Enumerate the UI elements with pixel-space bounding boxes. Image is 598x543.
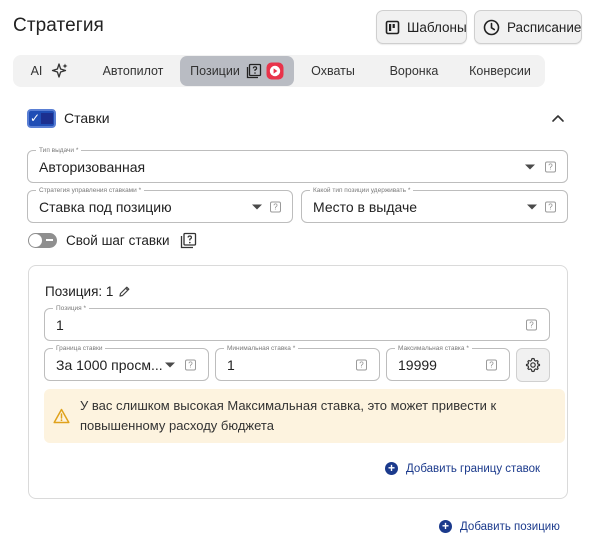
- high-bid-warning: У вас слишком высокая Максимальная ставк…: [44, 389, 565, 443]
- tab-conversions-label: Конверсии: [469, 64, 531, 78]
- help-icon[interactable]: ?: [356, 359, 367, 370]
- bids-section-label: Ставки: [64, 110, 110, 126]
- help-icon[interactable]: [180, 232, 197, 249]
- add-bid-limit-button[interactable]: + Добавить границу ставок: [385, 462, 540, 475]
- settings-button[interactable]: [516, 348, 550, 382]
- bid-limit-select[interactable]: Граница ставки За 1000 просм... ?: [44, 344, 209, 381]
- add-bid-limit-label: Добавить границу ставок: [406, 462, 541, 475]
- delivery-type-label: Тип выдачи *: [36, 146, 82, 155]
- tab-positions[interactable]: Позиции: [180, 56, 294, 86]
- templates-button[interactable]: Шаблоны: [376, 10, 467, 44]
- tab-ai-label: AI: [30, 64, 43, 78]
- add-position-label: Добавить позицию: [460, 520, 560, 533]
- tab-reach-label: Охваты: [311, 64, 355, 78]
- bid-strategy-label: Стратегия управления ставками *: [36, 186, 145, 195]
- tab-positions-label: Позиции: [190, 64, 240, 78]
- bid-limit-label: Граница ставки: [53, 344, 106, 353]
- bid-limit-value: За 1000 просм...: [56, 356, 163, 373]
- add-position-button[interactable]: + Добавить позицию: [439, 520, 560, 533]
- help-icon[interactable]: ?: [545, 201, 556, 212]
- position-type-select[interactable]: Какой тип позиции удерживать * Место в в…: [301, 186, 568, 223]
- warning-icon: [53, 408, 70, 424]
- delivery-type-value: Авторизованная: [39, 158, 146, 175]
- own-step-toggle[interactable]: [28, 233, 57, 248]
- position-title: Позиция: 1: [45, 284, 114, 299]
- bid-strategy-select[interactable]: Стратегия управления ставками * Ставка п…: [27, 186, 293, 223]
- gear-icon: [525, 357, 541, 373]
- help-icon[interactable]: ?: [185, 359, 196, 370]
- caret-down-icon: [527, 204, 537, 209]
- bids-checkbox[interactable]: ✓: [27, 109, 56, 128]
- chevron-up-icon[interactable]: [550, 111, 566, 125]
- pencil-icon[interactable]: [118, 285, 131, 298]
- max-bid-value: 19999: [398, 356, 437, 373]
- check-icon: ✓: [30, 111, 41, 125]
- delivery-type-select[interactable]: Тип выдачи * Авторизованная ?: [27, 146, 568, 183]
- help-icon[interactable]: ?: [526, 319, 537, 330]
- schedule-button[interactable]: Расписание: [474, 10, 582, 44]
- caret-down-icon: [252, 204, 262, 209]
- help-icon[interactable]: ?: [486, 359, 497, 370]
- own-step-label: Свой шаг ставки: [66, 233, 170, 248]
- tab-autopilot-label: Автопилот: [102, 64, 164, 78]
- max-bid-input[interactable]: Максимальная ставка * 19999 ?: [386, 344, 510, 381]
- strategy-tabs: AI Автопилот Позиции Охваты Воронка Конв…: [13, 55, 545, 87]
- tab-funnel[interactable]: Воронка: [375, 55, 453, 87]
- tab-ai[interactable]: AI: [21, 55, 79, 87]
- caret-down-icon: [165, 362, 175, 367]
- caret-down-icon: [525, 164, 535, 169]
- min-bid-value: 1: [227, 356, 235, 373]
- schedule-label: Расписание: [507, 19, 582, 35]
- position-type-label: Какой тип позиции удерживать *: [310, 186, 414, 195]
- page-title: Стратегия: [13, 15, 104, 36]
- position-field-value: 1: [56, 316, 64, 333]
- templates-label: Шаблоны: [407, 19, 467, 35]
- bid-strategy-value: Ставка под позицию: [39, 198, 172, 215]
- min-bid-input[interactable]: Минимальная ставка * 1 ?: [215, 344, 380, 381]
- plus-icon: +: [385, 462, 398, 475]
- position-field-label: Позиция *: [53, 304, 90, 313]
- play-badge-icon: [266, 62, 284, 80]
- warning-text: У вас слишком высокая Максимальная ставк…: [80, 398, 497, 433]
- clock-icon: [483, 18, 500, 36]
- tab-funnel-label: Воронка: [389, 64, 439, 78]
- position-type-value: Место в выдаче: [313, 198, 418, 215]
- plus-icon: +: [439, 520, 452, 533]
- templates-icon: [385, 18, 400, 36]
- position-input[interactable]: Позиция * 1 ?: [44, 304, 550, 341]
- help-icon[interactable]: ?: [270, 201, 281, 212]
- tab-autopilot[interactable]: Автопилот: [93, 55, 173, 87]
- max-bid-label: Максимальная ставка *: [395, 344, 472, 353]
- sparkle-icon: [51, 62, 69, 80]
- help-icon: [246, 63, 262, 79]
- tab-conversions[interactable]: Конверсии: [459, 55, 541, 87]
- help-icon[interactable]: ?: [545, 161, 556, 172]
- tab-reach[interactable]: Охваты: [299, 55, 367, 87]
- min-bid-label: Минимальная ставка *: [224, 344, 299, 353]
